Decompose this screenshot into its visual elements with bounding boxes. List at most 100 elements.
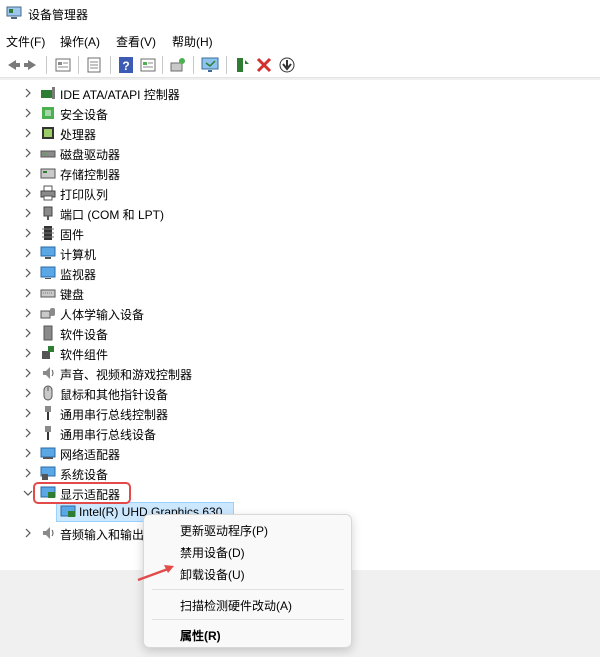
category-usb-controller[interactable]: 通用串行总线控制器 bbox=[0, 403, 600, 423]
chevron-right-icon[interactable] bbox=[23, 448, 33, 458]
category-label: 声音、视频和游戏控制器 bbox=[60, 368, 193, 382]
category-security[interactable]: 安全设备 bbox=[0, 103, 600, 123]
category-label: 固件 bbox=[60, 228, 85, 242]
forward-arrow-icon[interactable] bbox=[22, 55, 42, 75]
category-computer[interactable]: 计算机 bbox=[0, 243, 600, 263]
chevron-right-icon[interactable] bbox=[23, 188, 33, 198]
category-label: 安全设备 bbox=[60, 108, 109, 122]
category-print-queue[interactable]: 打印队列 bbox=[0, 183, 600, 203]
chevron-right-icon[interactable] bbox=[23, 328, 33, 338]
chevron-right-icon[interactable] bbox=[23, 268, 33, 278]
category-keyboard[interactable]: 键盘 bbox=[0, 283, 600, 303]
category-sound[interactable]: 声音、视频和游戏控制器 bbox=[0, 363, 600, 383]
uninstall-device-menu-item[interactable]: 卸载设备(U) bbox=[180, 566, 245, 583]
usb-icon bbox=[45, 426, 51, 440]
display-adapter-icon bbox=[60, 505, 76, 517]
category-label: 通用串行总线设备 bbox=[60, 428, 157, 442]
category-ide[interactable]: IDE ATA/ATAPI 控制器 bbox=[0, 83, 600, 103]
printer-icon bbox=[40, 185, 56, 201]
processor-icon bbox=[42, 127, 54, 139]
annotation-highlight-box bbox=[33, 482, 131, 504]
chevron-right-icon[interactable] bbox=[23, 228, 33, 238]
category-processor[interactable]: 处理器 bbox=[0, 123, 600, 143]
category-label: 网络适配器 bbox=[60, 448, 121, 462]
document-icon[interactable] bbox=[84, 55, 104, 75]
system-device-icon bbox=[40, 466, 56, 480]
chevron-right-icon[interactable] bbox=[23, 208, 33, 218]
chevron-right-icon[interactable] bbox=[23, 428, 33, 438]
properties-sheet-icon[interactable] bbox=[53, 55, 73, 75]
storage-controller-icon bbox=[40, 168, 56, 179]
uninstall-x-icon[interactable] bbox=[254, 55, 274, 75]
category-mouse[interactable]: 鼠标和其他指针设备 bbox=[0, 383, 600, 403]
menu-action[interactable]: 操作(A) bbox=[60, 33, 100, 50]
properties-menu-item[interactable]: 属性(R) bbox=[180, 627, 221, 644]
help-icon[interactable]: ? bbox=[116, 55, 136, 75]
chevron-right-icon[interactable] bbox=[23, 368, 33, 378]
category-hid[interactable]: 人体学输入设备 bbox=[0, 303, 600, 323]
chevron-right-icon[interactable] bbox=[23, 288, 33, 298]
category-usb-device[interactable]: 通用串行总线设备 bbox=[0, 423, 600, 443]
category-storage[interactable]: 存储控制器 bbox=[0, 163, 600, 183]
chevron-right-icon[interactable] bbox=[23, 248, 33, 258]
hid-icon bbox=[40, 308, 55, 319]
chevron-down-icon[interactable] bbox=[23, 488, 33, 498]
scan-hardware-icon[interactable] bbox=[168, 55, 188, 75]
speaker-icon bbox=[43, 527, 54, 539]
category-firmware[interactable]: 固件 bbox=[0, 223, 600, 243]
chevron-right-icon[interactable] bbox=[23, 168, 33, 178]
view-icon[interactable] bbox=[138, 55, 158, 75]
category-label: 磁盘驱动器 bbox=[60, 148, 121, 162]
usb-icon bbox=[45, 406, 51, 420]
category-label: 处理器 bbox=[60, 128, 97, 142]
window-title: 设备管理器 bbox=[28, 8, 89, 22]
software-device-icon bbox=[43, 325, 53, 341]
update-driver-menu-item[interactable]: 更新驱动程序(P) bbox=[180, 522, 268, 539]
category-label: 人体学输入设备 bbox=[60, 308, 145, 322]
disk-drive-icon bbox=[40, 150, 56, 158]
chevron-right-icon[interactable] bbox=[23, 308, 33, 318]
disable-device-menu-item[interactable]: 禁用设备(D) bbox=[180, 544, 245, 561]
chevron-right-icon[interactable] bbox=[23, 148, 33, 158]
category-label: 软件组件 bbox=[60, 348, 109, 362]
menu-view[interactable]: 查看(V) bbox=[116, 33, 156, 50]
category-label: 音频输入和输出 bbox=[60, 528, 145, 542]
monitor-icon[interactable] bbox=[200, 55, 220, 75]
category-label: 监视器 bbox=[60, 268, 97, 282]
chevron-right-icon[interactable] bbox=[23, 468, 33, 478]
category-label: 打印队列 bbox=[60, 188, 109, 202]
back-arrow-icon[interactable] bbox=[2, 55, 22, 75]
menu-help[interactable]: 帮助(H) bbox=[172, 33, 213, 50]
chevron-right-icon[interactable] bbox=[23, 108, 33, 118]
category-label: 鼠标和其他指针设备 bbox=[60, 388, 169, 402]
chevron-right-icon[interactable] bbox=[23, 408, 33, 418]
chevron-right-icon[interactable] bbox=[23, 388, 33, 398]
device-manager-icon bbox=[6, 6, 22, 19]
category-label: 通用串行总线控制器 bbox=[60, 408, 169, 422]
download-icon[interactable] bbox=[277, 55, 297, 75]
svg-text:?: ? bbox=[122, 59, 129, 73]
network-adapter-icon bbox=[40, 447, 56, 459]
mouse-icon bbox=[43, 385, 53, 401]
chevron-right-icon[interactable] bbox=[23, 88, 33, 98]
category-disk[interactable]: 磁盘驱动器 bbox=[0, 143, 600, 163]
menu-file[interactable]: 文件(F) bbox=[6, 33, 45, 50]
chevron-right-icon[interactable] bbox=[23, 528, 33, 538]
category-system[interactable]: 系统设备 bbox=[0, 463, 600, 483]
computer-icon bbox=[40, 246, 56, 259]
category-software-device[interactable]: 软件设备 bbox=[0, 323, 600, 343]
category-monitor[interactable]: 监视器 bbox=[0, 263, 600, 283]
chevron-right-icon[interactable] bbox=[23, 348, 33, 358]
menu-separator bbox=[152, 619, 344, 620]
category-label: 键盘 bbox=[60, 288, 85, 302]
chevron-right-icon[interactable] bbox=[23, 128, 33, 138]
port-icon bbox=[43, 206, 53, 220]
keyboard-icon bbox=[40, 289, 56, 298]
category-ports[interactable]: 端口 (COM 和 LPT) bbox=[0, 203, 600, 223]
category-software-component[interactable]: 软件组件 bbox=[0, 343, 600, 363]
category-network[interactable]: 网络适配器 bbox=[0, 443, 600, 463]
update-driver-icon[interactable] bbox=[232, 55, 252, 75]
menu-bar: 文件(F) 操作(A) 查看(V) 帮助(H) bbox=[0, 28, 600, 52]
scan-hardware-menu-item[interactable]: 扫描检测硬件改动(A) bbox=[180, 597, 292, 614]
firmware-chip-icon bbox=[42, 226, 54, 240]
